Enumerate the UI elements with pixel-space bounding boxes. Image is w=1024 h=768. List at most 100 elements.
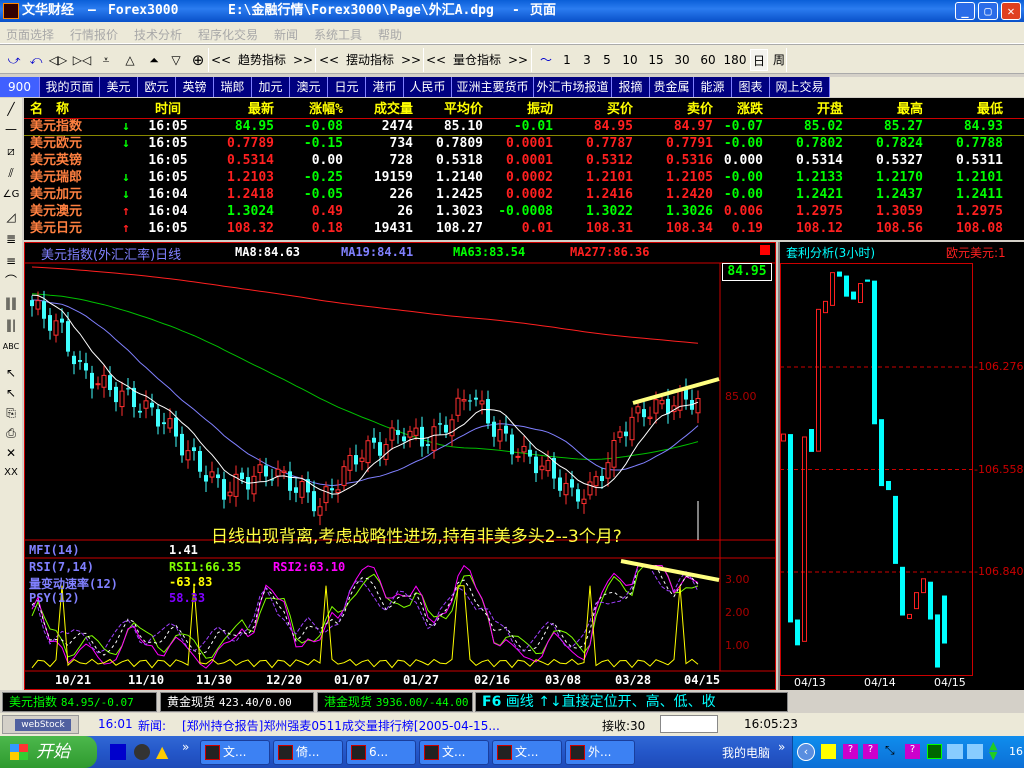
menu-tech-analysis[interactable]: 技术分析 <box>134 26 182 43</box>
quote-row[interactable]: 美元瑞郎 ↓ 16:05 1.2103 -0.25 19159 1.2140 0.0002 1.… <box>24 169 1024 186</box>
up-icon[interactable]: △ <box>120 49 140 71</box>
updown-icon[interactable]: ▲ ▼ <box>989 740 997 761</box>
osc-next-button[interactable]: >> <box>400 49 422 71</box>
tab-12[interactable]: 外汇市场报道 <box>534 77 612 97</box>
toolbar-more[interactable]: » <box>778 740 785 754</box>
tray-help-icon[interactable]: ? <box>863 744 878 759</box>
gold-status[interactable]: 黄金现货 423.40/0.00 <box>160 692 314 712</box>
arbitrage-panel[interactable]: 套利分析(3小时) 欧元美元:1 -106.2765 -106.5584 -106.… <box>778 242 1024 690</box>
period-6[interactable]: 60 <box>696 49 720 71</box>
delete-icon[interactable]: ✕ <box>2 444 20 462</box>
tab-6[interactable]: 加元 <box>252 77 290 97</box>
tab-11[interactable]: 亚洲主要货币 <box>452 77 534 97</box>
copy-icon[interactable]: ⎘ <box>2 404 20 422</box>
tab-16[interactable]: 图表 <box>732 77 770 97</box>
tab-0[interactable]: 900 <box>0 77 40 97</box>
up-max-icon[interactable]: ⏶ <box>144 49 164 71</box>
tab-14[interactable]: 贵金属 <box>650 77 694 97</box>
tab-4[interactable]: 英镑 <box>176 77 214 97</box>
trend-prev-button[interactable]: << <box>210 49 232 71</box>
network-icon[interactable] <box>947 744 963 759</box>
rect-tool-icon[interactable]: ⧄ <box>2 142 20 160</box>
tab-1[interactable]: 我的页面 <box>40 77 100 97</box>
menu-page-select[interactable]: 页面选择 <box>6 26 54 43</box>
shift-right-icon[interactable]: ⤺ <box>26 49 46 71</box>
tab-17[interactable]: 网上交易 <box>770 77 830 97</box>
taskbar-button[interactable]: 文... <box>492 740 562 765</box>
webstock-logo[interactable]: webStock <box>2 715 79 734</box>
volume-indicator-button[interactable]: 量仓指标 <box>448 49 506 71</box>
channel-tool-icon[interactable]: ⫽ <box>2 164 20 182</box>
tray-resize-icon[interactable]: ⤡ <box>885 743 895 758</box>
command-input[interactable] <box>660 715 718 733</box>
taskbar-button[interactable]: 倚... <box>273 740 343 765</box>
tab-2[interactable]: 美元 <box>100 77 138 97</box>
quote-row[interactable]: 美元加元 ↓ 16:04 1.2418 -0.05 226 1.2425 0.0002 1.24… <box>24 186 1024 203</box>
shift-left-icon[interactable]: ⤻ <box>4 49 24 71</box>
tab-8[interactable]: 日元 <box>328 77 366 97</box>
vol-next-button[interactable]: >> <box>507 49 529 71</box>
tab-7[interactable]: 澳元 <box>290 77 328 97</box>
tray-help-icon[interactable]: ? <box>905 744 920 759</box>
quote-header-row[interactable]: 名 称 时间 最新 涨幅% 成交量 平均价 振动 买价 卖价 涨跌 开盘 最高 最低 <box>24 101 1024 118</box>
period-8[interactable]: 日 <box>750 49 768 71</box>
quicklaunch-icon[interactable] <box>134 744 150 760</box>
line-chart-icon[interactable]: 〜 <box>536 49 556 71</box>
menu-system-tools[interactable]: 系统工具 <box>314 26 362 43</box>
period-1[interactable]: 3 <box>578 49 596 71</box>
period-tool-icon[interactable]: ‖| <box>2 316 20 334</box>
period-4[interactable]: 15 <box>644 49 668 71</box>
trend-indicator-button[interactable]: 趋势指标 <box>233 49 291 71</box>
arc-tool-icon[interactable]: ⌒ <box>2 272 20 290</box>
quote-row[interactable]: 美元英镑 16:05 0.5314 0.00 728 0.5318 0.0001 0.5312… <box>24 152 1024 169</box>
taskbar-button[interactable]: 文... <box>419 740 489 765</box>
start-button[interactable]: 开始 <box>0 736 97 768</box>
compress-icon[interactable]: ▷◁ <box>72 49 92 71</box>
tray-expand-icon[interactable]: ‹ <box>797 743 815 761</box>
minimize-button[interactable]: _ <box>955 2 975 20</box>
quicklaunch-icon[interactable]: ▲ <box>156 742 168 761</box>
usd-index-status[interactable]: 美元指数 84.95/-0.07 <box>2 692 157 712</box>
main-chart[interactable]: 美元指数(外汇汇率)日线 MA8:84.63 MA19:84.41 MA63:8… <box>24 242 776 690</box>
oscillator-indicator-button[interactable]: 摆动指标 <box>341 49 399 71</box>
period-5[interactable]: 30 <box>670 49 694 71</box>
quote-row[interactable]: 美元指数 ↓ 16:05 84.95 -0.08 2474 85.10 -0.01 84.95 8… <box>24 118 1024 135</box>
period-0[interactable]: 1 <box>558 49 576 71</box>
menu-news[interactable]: 新闻 <box>274 26 298 43</box>
zoom-in-icon[interactable]: ⊕ <box>188 49 208 71</box>
fib-tool-icon[interactable]: ≣ <box>2 230 20 248</box>
text-tool-icon[interactable]: ABC <box>2 338 20 356</box>
quote-row[interactable]: 美元日元 ↑ 16:05 108.32 0.18 19431 108.27 0.01 108.3… <box>24 220 1024 237</box>
quote-row[interactable]: 美元欧元 ↓ 16:05 0.7789 -0.15 734 0.7809 0.0001 0.77… <box>24 135 1024 152</box>
trend-next-button[interactable]: >> <box>292 49 314 71</box>
taskbar-button[interactable]: 外... <box>565 740 635 765</box>
quicklaunch-icon[interactable] <box>110 744 126 760</box>
hk-gold-status[interactable]: 港金现货 3936.00/-44.00 <box>317 692 473 712</box>
fan-tool-icon[interactable]: ≡ <box>2 252 20 270</box>
network-icon[interactable] <box>967 744 983 759</box>
tray-help-icon[interactable]: ? <box>843 744 858 759</box>
tab-3[interactable]: 欧元 <box>138 77 176 97</box>
pointer-tool-icon[interactable]: ↖ <box>2 364 20 382</box>
period-7[interactable]: 180 <box>722 49 748 71</box>
tab-13[interactable]: 报摘 <box>612 77 650 97</box>
tray-monitor-icon[interactable] <box>927 744 942 759</box>
line-tool-icon[interactable]: ╱ <box>2 100 20 118</box>
tab-10[interactable]: 人民币 <box>404 77 452 97</box>
taskbar-button[interactable]: 6... <box>346 740 416 765</box>
tray-icon[interactable] <box>821 744 836 759</box>
vol-prev-button[interactable]: << <box>425 49 447 71</box>
taskbar-button[interactable]: 文... <box>200 740 270 765</box>
down-icon[interactable]: ▽ <box>166 49 186 71</box>
menu-help[interactable]: 帮助 <box>378 26 402 43</box>
quote-row[interactable]: 美元澳元 ↑ 16:04 1.3024 0.49 26 1.3023 -0.0008 1.302… <box>24 203 1024 220</box>
tab-15[interactable]: 能源 <box>694 77 732 97</box>
quicklaunch-more[interactable]: » <box>182 740 189 754</box>
gann-tool-icon[interactable]: ∠G <box>2 186 20 204</box>
menu-quotes[interactable]: 行情报价 <box>70 26 118 43</box>
maximize-button[interactable]: ▢ <box>978 2 998 20</box>
pointer-plus-icon[interactable]: ↖ <box>2 384 20 402</box>
osc-prev-button[interactable]: << <box>318 49 340 71</box>
menu-program-trading[interactable]: 程序化交易 <box>198 26 258 43</box>
tab-5[interactable]: 瑞郎 <box>214 77 252 97</box>
